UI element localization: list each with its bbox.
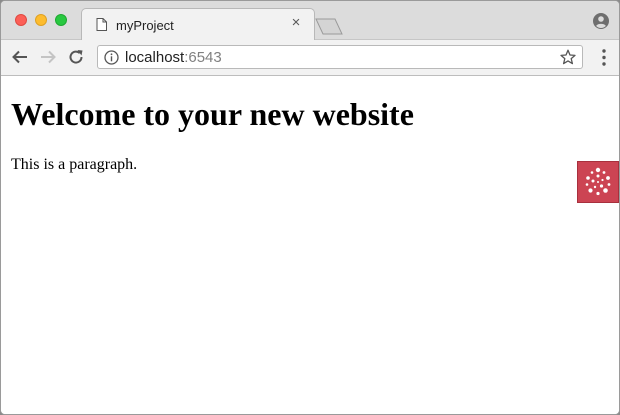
page-paragraph: This is a paragraph. <box>11 156 138 173</box>
reload-icon[interactable] <box>67 48 85 66</box>
new-tab-button[interactable] <box>315 18 343 35</box>
page-icon <box>96 18 107 31</box>
forward-arrow-icon[interactable] <box>39 48 57 66</box>
debug-toolbar-button[interactable] <box>577 161 619 203</box>
browser-menu-icon[interactable] <box>602 49 606 66</box>
page-viewport: Welcome to your new website This is a pa… <box>1 76 619 414</box>
url-host: localhost <box>125 49 185 66</box>
window-maximize-button[interactable] <box>55 14 67 26</box>
tab-close-icon[interactable]: × <box>288 14 304 31</box>
page-heading: Welcome to your new website <box>11 96 414 132</box>
browser-toolbar: localhost:6543 <box>1 40 619 76</box>
tab-active[interactable]: myProject × <box>81 8 315 41</box>
browser-window: myProject × localhost:6543 Welcome to yo… <box>0 0 620 415</box>
tab-title: myProject <box>116 18 174 33</box>
bookmark-star-icon[interactable] <box>560 49 576 65</box>
address-url[interactable]: localhost:6543 <box>125 49 222 66</box>
back-arrow-icon[interactable] <box>11 48 29 66</box>
address-bar[interactable]: localhost:6543 <box>97 45 583 69</box>
url-port: :6543 <box>184 49 222 66</box>
info-icon[interactable] <box>104 50 119 65</box>
window-minimize-button[interactable] <box>35 14 47 26</box>
window-close-button[interactable] <box>15 14 27 26</box>
tab-strip: myProject × <box>1 1 619 41</box>
profile-icon[interactable] <box>593 13 609 29</box>
radial-dots-icon <box>585 167 611 196</box>
